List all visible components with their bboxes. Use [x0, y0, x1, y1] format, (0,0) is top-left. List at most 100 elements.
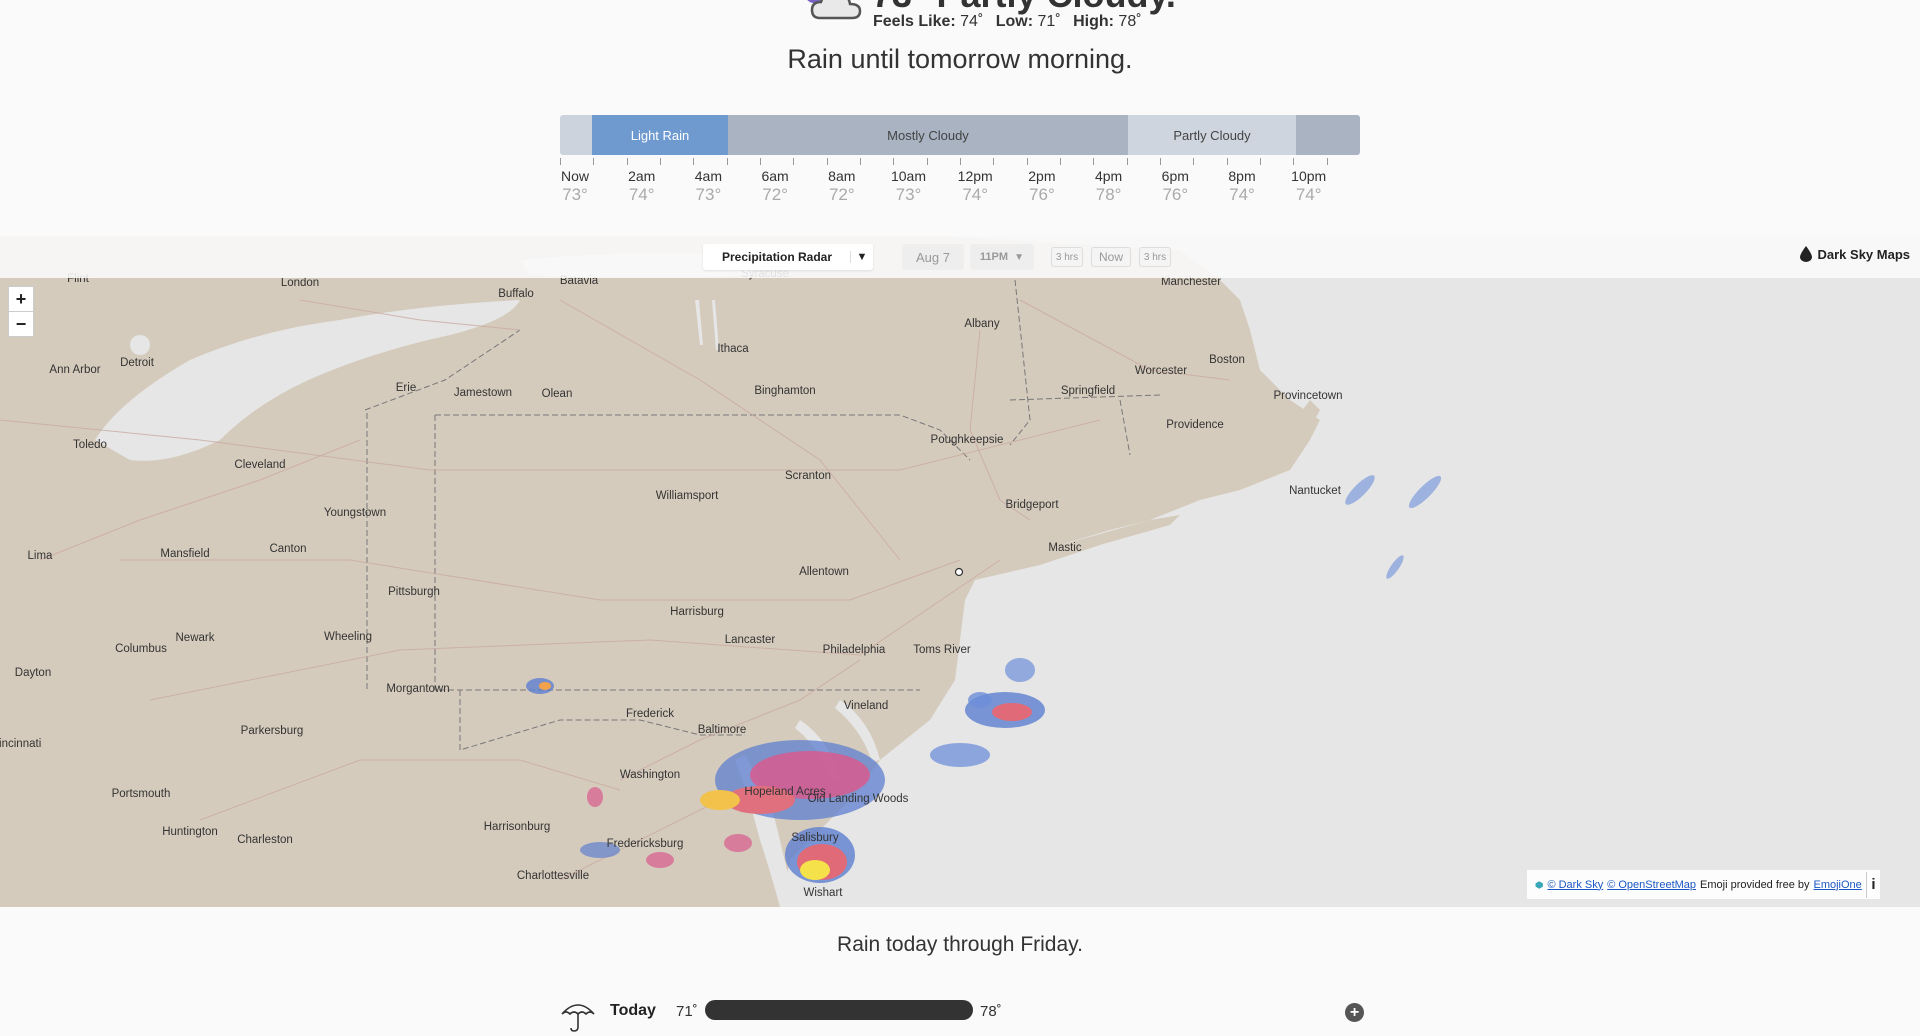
timeline-segment: Partly Cloudy: [1128, 115, 1296, 155]
map-city-label: Erie: [396, 382, 416, 394]
timeline-segment: Mostly Cloudy: [728, 115, 1128, 155]
low-value: 71˚: [1037, 13, 1061, 30]
map-city-label: Frederick: [626, 708, 674, 720]
hour-temp: 73°: [895, 185, 922, 204]
map-city-label: Mastic: [1048, 542, 1081, 554]
radar-map[interactable]: FlintLondonBuffaloBataviaSyracuseManches…: [0, 236, 1920, 907]
day-row-today[interactable]: Today 71˚ 78˚ +: [560, 998, 1365, 1032]
hour-label: 4am: [694, 168, 722, 184]
timeline-tick: [1160, 158, 1161, 165]
day-high-temp: 78˚: [980, 1003, 1002, 1020]
hour-column: 8am 72°: [812, 168, 872, 205]
hour-temp: 78°: [1095, 185, 1122, 204]
map-city-label: Fredericksburg: [607, 838, 684, 850]
timeline-tick: [560, 158, 561, 165]
timeline-tick: [593, 158, 594, 165]
timeline-tick: [827, 158, 828, 165]
expand-day-button[interactable]: +: [1345, 1003, 1364, 1022]
map-city-label: Worcester: [1135, 365, 1187, 377]
hour-column: Now 73°: [545, 168, 605, 205]
map-city-label: Cleveland: [234, 459, 285, 471]
timeline-tick: [1227, 158, 1228, 165]
umbrella-icon: [561, 1004, 595, 1032]
hour-label: 8am: [828, 168, 856, 184]
map-city-label: Dayton: [15, 667, 51, 679]
hour-label: 6am: [761, 168, 789, 184]
timeline-segment: [1296, 115, 1360, 155]
info-button[interactable]: i: [1865, 871, 1880, 898]
hour-label: 2am: [628, 168, 656, 184]
zoom-in-button[interactable]: +: [8, 286, 34, 312]
map-city-label: Baltimore: [698, 724, 747, 736]
week-summary: Rain today through Friday.: [837, 933, 1083, 956]
map-city-label: Providence: [1166, 419, 1224, 431]
hour-label: 2pm: [1028, 168, 1056, 184]
timeline-tick: [760, 158, 761, 165]
hour-label: 10pm: [1291, 168, 1327, 184]
map-city-label: Canton: [269, 543, 306, 555]
emoji-credit-text: Emoji provided free by: [1700, 878, 1810, 891]
map-city-label: Huntington: [162, 826, 218, 838]
timeline-tick: [1327, 158, 1328, 165]
map-city-label: Youngstown: [324, 507, 386, 519]
map-city-label: Scranton: [785, 470, 831, 482]
map-city-label: Charleston: [237, 834, 293, 846]
map-city-label: Wheeling: [324, 631, 372, 643]
layer-select[interactable]: Precipitation Radar ▼: [703, 244, 873, 270]
hour-column: 2pm 76°: [1012, 168, 1072, 205]
map-city-label: Harrisonburg: [484, 821, 550, 833]
day-name: Today: [610, 1002, 656, 1019]
zoom-out-button[interactable]: −: [8, 311, 34, 337]
map-city-label: Charlottesville: [517, 870, 589, 882]
timeline-tick: [1260, 158, 1261, 165]
map-city-label: Newark: [176, 632, 215, 644]
emojione-link[interactable]: EmojiOne: [1814, 879, 1862, 891]
hour-temp: 73°: [695, 185, 722, 204]
hour-temp: 74°: [1229, 185, 1255, 204]
map-city-label: Toms River: [913, 644, 971, 656]
hour-temp: 76°: [1029, 185, 1055, 204]
map-city-label: Jamestown: [454, 387, 512, 399]
map-city-label: Springfield: [1061, 385, 1115, 397]
hour-temp: 74°: [962, 185, 989, 204]
map-canvas[interactable]: FlintLondonBuffaloBataviaSyracuseManches…: [0, 236, 1920, 907]
now-button[interactable]: Now: [1091, 247, 1131, 267]
timeline-tick: [860, 158, 861, 165]
map-city-label: Buffalo: [498, 288, 534, 300]
map-city-label: Pittsburgh: [388, 586, 440, 598]
timeline-tick: [627, 158, 628, 165]
map-city-label: Washington: [620, 769, 680, 781]
map-attribution: © Dark Sky © OpenStreetMap Emoji provide…: [1527, 870, 1880, 899]
timeline-tick: [993, 158, 994, 165]
timeline-tick: [927, 158, 928, 165]
date-select[interactable]: Aug 7: [902, 244, 964, 270]
hour-column: 4am 73°: [678, 168, 738, 205]
dark-sky-link[interactable]: © Dark Sky: [1547, 879, 1603, 891]
chevron-down-icon: ▼: [1014, 251, 1025, 263]
dark-sky-maps-link[interactable]: Dark Sky Maps: [1799, 246, 1910, 262]
map-city-label: Parkersburg: [241, 725, 304, 737]
hour-temp: 72°: [828, 185, 855, 204]
hour-column: 2am 74°: [612, 168, 672, 205]
step-forward-button[interactable]: 3 hrs: [1139, 247, 1171, 267]
map-city-label: Philadelphia: [823, 644, 886, 656]
hour-temp: 72°: [762, 185, 788, 204]
map-city-label: Cincinnati: [0, 738, 41, 750]
map-city-label: Morgantown: [386, 683, 449, 695]
map-city-label: Binghamton: [754, 385, 815, 397]
hourly-timeline-bar[interactable]: Light Rain Mostly Cloudy Partly Cloudy: [560, 115, 1360, 155]
timeline-tick: [693, 158, 694, 165]
time-select[interactable]: 11PM ▼: [970, 244, 1034, 270]
openstreetmap-link[interactable]: © OpenStreetMap: [1607, 879, 1696, 891]
timeline-tick: [727, 158, 728, 165]
hour-label: 10am: [890, 168, 927, 184]
map-city-label: Vineland: [844, 700, 889, 712]
map-city-label: Ann Arbor: [49, 364, 100, 376]
step-back-button[interactable]: 3 hrs: [1051, 247, 1083, 267]
timeline-tick: [1293, 158, 1294, 165]
timeline-tick: [1027, 158, 1028, 165]
map-city-label: Poughkeepsie: [931, 434, 1004, 446]
hour-label: 12pm: [957, 168, 993, 184]
dark-sky-logo-icon: [1535, 880, 1543, 889]
partly-cloudy-night-icon: [807, 0, 862, 20]
